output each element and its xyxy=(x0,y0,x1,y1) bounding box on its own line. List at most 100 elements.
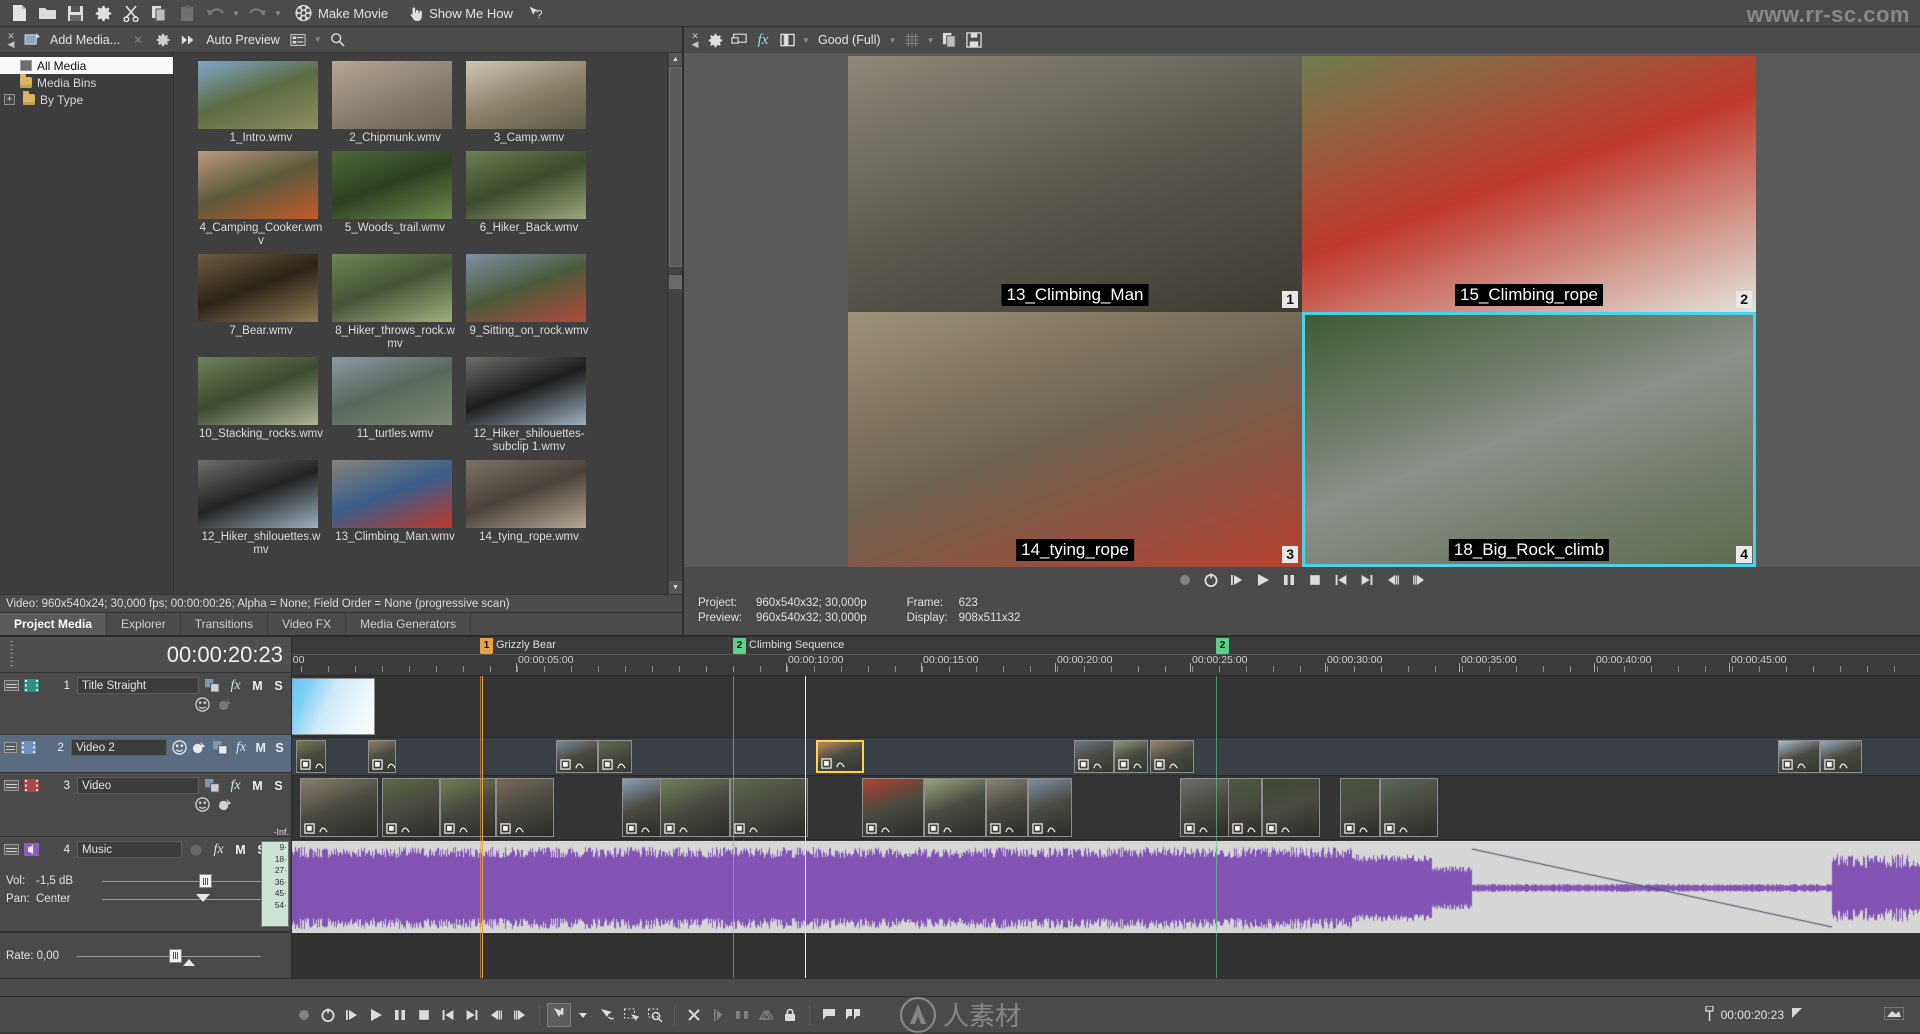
clip-event-icons[interactable] xyxy=(928,823,953,834)
view-mode-icon[interactable] xyxy=(287,29,309,51)
undo-icon[interactable] xyxy=(202,0,228,26)
track-fx-icon[interactable]: fx xyxy=(226,777,245,794)
timeline-canvas[interactable]: 1Grizzly Bear2Climbing Sequence2 00:00:0… xyxy=(292,637,1920,978)
track-lane-1[interactable] xyxy=(292,676,1920,738)
expand-icon[interactable]: + xyxy=(4,94,15,105)
tab-transitions[interactable]: Transitions xyxy=(181,613,268,635)
grid-overlay-icon[interactable] xyxy=(901,29,923,51)
timeline-clip[interactable] xyxy=(1228,778,1262,837)
preview-cell-1[interactable]: 13_Climbing_Man1 xyxy=(848,56,1302,312)
track-solo-button[interactable]: S xyxy=(270,779,287,793)
preview-properties-gear-icon[interactable] xyxy=(704,29,726,51)
envelope-edit-tool-icon[interactable] xyxy=(595,1003,619,1027)
track-name-input[interactable]: Music xyxy=(77,841,182,858)
media-thumbnail[interactable]: 11_turtles.wmv xyxy=(332,357,466,454)
track-fade-icon[interactable] xyxy=(216,696,235,713)
track-name-input[interactable]: Video 2 xyxy=(71,739,167,756)
volume-slider[interactable] xyxy=(102,873,273,889)
media-thumbnail[interactable]: 13_Climbing_Man.wmv xyxy=(332,460,466,557)
timecode-display[interactable]: 00:00:20:23 xyxy=(0,637,291,673)
marker-flag-icon[interactable]: 1 xyxy=(480,638,493,653)
zoom-edit-tool-icon[interactable] xyxy=(643,1003,667,1027)
step-forward-icon[interactable] xyxy=(508,1003,532,1027)
track-motion-icon[interactable] xyxy=(171,739,188,756)
timeline-clip[interactable] xyxy=(1262,778,1320,837)
timeline-clip[interactable] xyxy=(1778,740,1820,773)
clip-event-icons[interactable] xyxy=(1384,823,1409,834)
track-lane-2[interactable] xyxy=(292,738,1920,776)
preview-close-icon[interactable]: ✕◀ xyxy=(688,32,702,48)
track-lane-3[interactable] xyxy=(292,776,1920,840)
media-thumbnail[interactable]: 3_Camp.wmv xyxy=(466,61,600,145)
pause-icon[interactable] xyxy=(388,1003,412,1027)
media-thumbnail[interactable]: 8_Hiker_throws_rock.wmv xyxy=(332,254,466,351)
split-icon[interactable] xyxy=(706,1003,730,1027)
timeline-clip[interactable] xyxy=(1074,740,1114,773)
compositing-mode-icon[interactable] xyxy=(203,677,222,694)
redo-dropdown-icon[interactable]: ▼ xyxy=(272,0,284,26)
timeline-clip[interactable] xyxy=(862,778,924,837)
make-movie-button[interactable]: Make Movie xyxy=(286,0,396,26)
go-to-start-icon[interactable] xyxy=(1333,572,1350,589)
track-header-2[interactable]: 2 Video 2 fx M S xyxy=(0,735,291,773)
timeline-clip[interactable] xyxy=(1380,778,1438,837)
clip-event-icons[interactable] xyxy=(304,823,329,834)
marker-flag-icon[interactable]: 2 xyxy=(733,638,746,653)
auto-preview-icon[interactable] xyxy=(177,29,199,51)
loop-icon[interactable] xyxy=(1203,572,1220,589)
go-to-end-icon[interactable] xyxy=(460,1003,484,1027)
trim-icon[interactable] xyxy=(730,1003,754,1027)
go-to-end-icon[interactable] xyxy=(1359,572,1376,589)
minimize-track-icon[interactable] xyxy=(4,780,19,791)
timeline-clip[interactable] xyxy=(296,740,326,773)
clip-event-icons[interactable] xyxy=(1154,759,1179,770)
clip-event-icons[interactable] xyxy=(990,823,1015,834)
clip-event-icons[interactable] xyxy=(821,758,846,769)
media-thumbnail[interactable]: 9_Sitting_on_rock.wmv xyxy=(466,254,600,351)
media-thumbnail[interactable]: 10_Stacking_rocks.wmv xyxy=(198,357,332,454)
media-properties-gear-icon[interactable] xyxy=(152,29,174,51)
pause-icon[interactable] xyxy=(1281,572,1298,589)
step-forward-icon[interactable] xyxy=(1411,572,1428,589)
preview-cell-4[interactable]: 18_Big_Rock_climb4 xyxy=(1302,312,1756,568)
compositing-mode-icon[interactable] xyxy=(212,739,229,756)
timeline-hscroll[interactable] xyxy=(0,978,1920,996)
track-name-input[interactable]: Video xyxy=(77,777,199,794)
timeline-clip[interactable] xyxy=(730,778,808,837)
timeline-clip[interactable] xyxy=(382,778,440,837)
cut-icon[interactable] xyxy=(118,0,144,26)
preview-quality-label[interactable]: Good (Full) xyxy=(814,33,885,47)
rate-control[interactable]: Rate: 0,00 xyxy=(0,932,291,978)
pan-row[interactable]: Pan: Center xyxy=(4,890,287,908)
clip-event-icons[interactable] xyxy=(1266,823,1291,834)
delete-icon[interactable] xyxy=(682,1003,706,1027)
normal-edit-tool-icon[interactable] xyxy=(547,1003,571,1027)
timeline-clip[interactable] xyxy=(598,740,632,773)
timeline-clip[interactable] xyxy=(1150,740,1194,773)
timeline-clip[interactable] xyxy=(440,778,496,837)
clip-event-icons[interactable] xyxy=(1032,823,1057,834)
track-mute-button[interactable]: M xyxy=(249,779,266,793)
selection-edit-tool-icon[interactable] xyxy=(619,1003,643,1027)
zoom-fit-icon[interactable] xyxy=(1884,1007,1904,1023)
paste-icon[interactable] xyxy=(174,0,200,26)
media-thumbnail[interactable]: 5_Woods_trail.wmv xyxy=(332,151,466,248)
split-screen-icon[interactable] xyxy=(776,29,798,51)
save-snapshot-icon[interactable] xyxy=(963,29,985,51)
properties-gear-icon[interactable] xyxy=(90,0,116,26)
go-to-start-icon[interactable] xyxy=(436,1003,460,1027)
record-icon[interactable] xyxy=(292,1003,316,1027)
tree-item-all-media[interactable]: All Media xyxy=(0,57,173,74)
add-media-icon[interactable] xyxy=(21,29,43,51)
edit-tool-dropdown-icon[interactable] xyxy=(571,1003,595,1027)
clip-event-icons[interactable] xyxy=(866,823,891,834)
clip-event-icons[interactable] xyxy=(1344,823,1369,834)
tab-media-generators[interactable]: Media Generators xyxy=(346,613,471,635)
play-icon[interactable] xyxy=(1255,572,1272,589)
tab-explorer[interactable]: Explorer xyxy=(107,613,181,635)
media-thumbnail[interactable]: 14_tying_rope.wmv xyxy=(466,460,600,557)
split-screen-dropdown-icon[interactable]: ▼ xyxy=(800,27,812,53)
track-fade-icon[interactable] xyxy=(216,796,235,813)
timeline-clip[interactable] xyxy=(660,778,730,837)
step-back-icon[interactable] xyxy=(484,1003,508,1027)
